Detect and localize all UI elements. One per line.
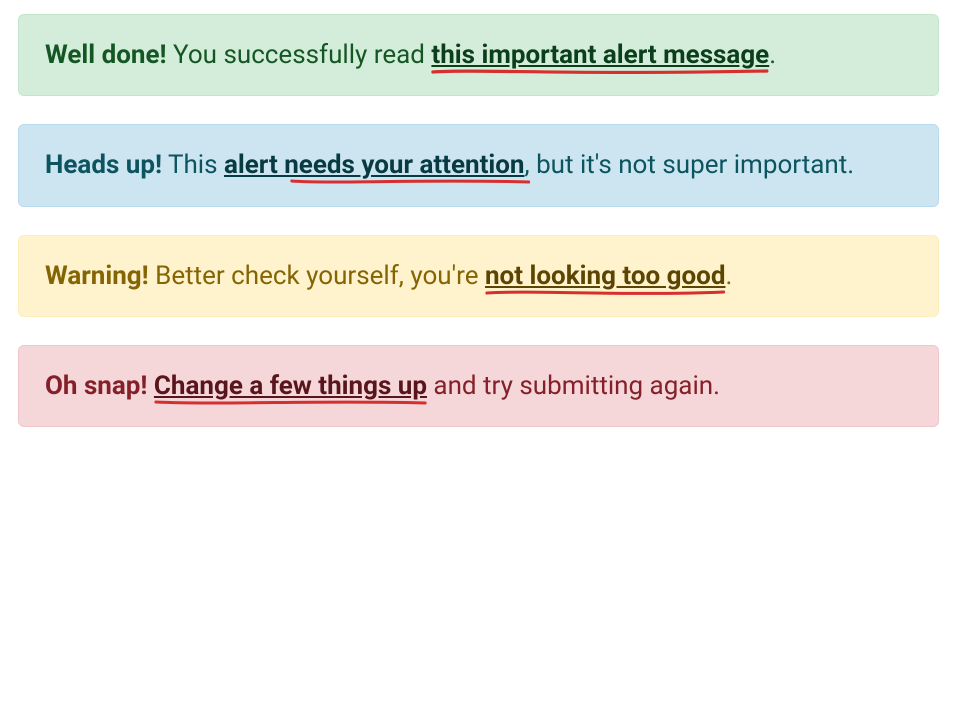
alert-text-after: , but it's not super important. — [525, 150, 855, 180]
alert-link-wrap: Change a few things up — [154, 371, 427, 401]
alert-link[interactable]: this important alert message — [431, 40, 769, 70]
alert-title: Oh snap! — [45, 371, 147, 401]
alert-link[interactable]: Change a few things up — [154, 371, 427, 401]
alert-danger: Oh snap! Change a few things up and try … — [18, 345, 939, 427]
alert-title: Warning! — [45, 261, 149, 291]
alert-text-before — [147, 371, 153, 401]
alert-text-before: You successfully read — [167, 40, 432, 70]
alert-title: Heads up! — [45, 150, 162, 180]
alert-success: Well done! You successfully read this im… — [18, 14, 939, 96]
alert-link[interactable]: not looking too good — [485, 261, 726, 291]
alert-warning: Warning! Better check yourself, you're n… — [18, 235, 939, 317]
alert-title: Well done! — [45, 40, 167, 70]
alert-link-wrap: alert needs your attention — [224, 150, 525, 180]
alert-text-before: Better check yourself, you're — [149, 261, 485, 291]
alert-info: Heads up! This alert needs your attentio… — [18, 124, 939, 206]
alert-text-after: . — [769, 40, 776, 70]
alert-link[interactable]: alert needs your attention — [224, 150, 525, 180]
alert-text-after: and try submitting again. — [427, 371, 720, 401]
alert-link-wrap: this important alert message — [431, 40, 769, 70]
alert-text-before: This — [162, 150, 224, 180]
alert-link-wrap: not looking too good — [485, 261, 726, 291]
alert-text-after: . — [726, 261, 733, 291]
